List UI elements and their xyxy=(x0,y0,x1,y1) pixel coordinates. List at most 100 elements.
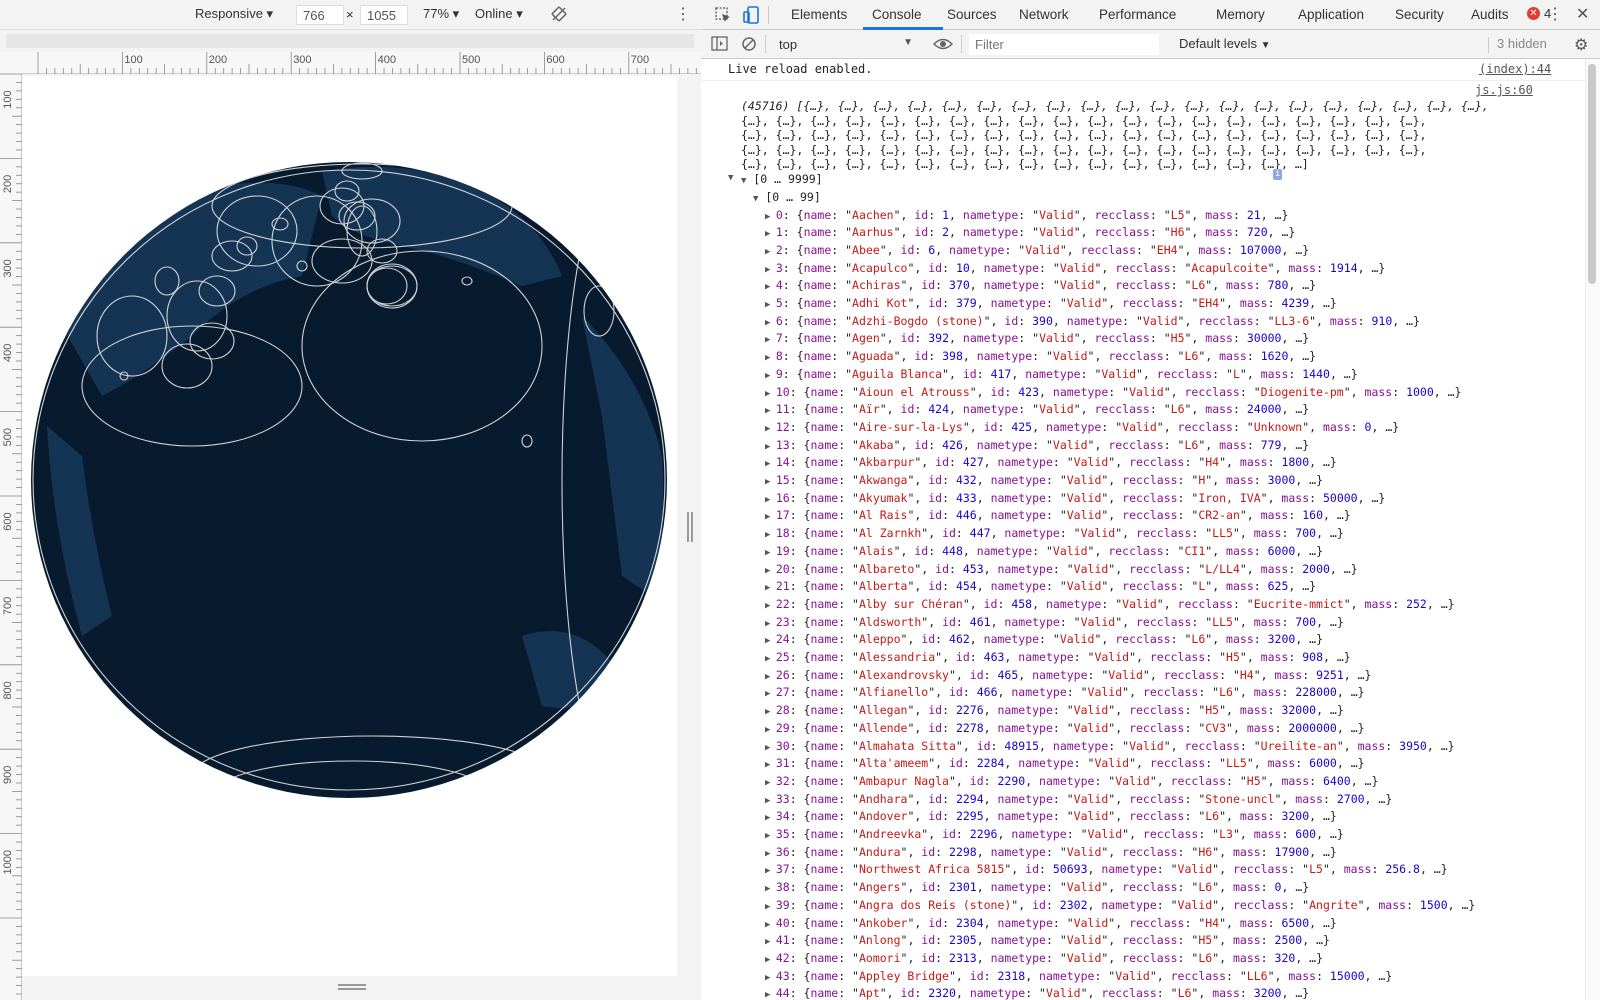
entry-mass: 1620 xyxy=(1260,349,1289,364)
key-id: id xyxy=(921,880,936,895)
key-name: name xyxy=(810,579,839,594)
entry-nametype: Valid xyxy=(1059,278,1095,293)
clear-console-icon[interactable] xyxy=(741,36,757,55)
punct: : " xyxy=(1045,844,1067,859)
more-options-icon[interactable]: ⋮ xyxy=(675,4,691,24)
punct: : xyxy=(914,402,929,417)
key-nametype: nametype xyxy=(1101,897,1157,912)
tab-audits[interactable]: Audits xyxy=(1471,7,1509,22)
entry-id: 458 xyxy=(1011,596,1033,611)
entry-recclass: L6 xyxy=(1184,349,1199,364)
ruler-label: 400 xyxy=(378,54,396,66)
group-0-9999[interactable]: ▼ [0 … 9999] xyxy=(741,171,823,191)
key-mass: mass xyxy=(1212,986,1240,1000)
array-expand-triangle[interactable]: ▼ xyxy=(728,168,733,188)
entry-id: 2278 xyxy=(955,720,984,735)
height-input[interactable]: 1055 xyxy=(360,5,408,25)
punct: ", xyxy=(879,986,901,1000)
console-settings-gear-icon[interactable]: ⚙ xyxy=(1574,35,1588,55)
punct: , …} xyxy=(1281,242,1310,257)
punct: : { xyxy=(789,561,811,576)
throttle-select[interactable]: Online ▾ xyxy=(475,6,523,22)
entry-id: 446 xyxy=(955,508,977,523)
punct: , xyxy=(962,437,977,452)
tab-sources[interactable]: Sources xyxy=(947,7,997,22)
devtools-menu-icon[interactable]: ⋮ xyxy=(1547,4,1563,24)
info-badge-icon[interactable]: i xyxy=(1273,169,1283,180)
punct: ", xyxy=(1156,596,1178,611)
media-query-strip[interactable] xyxy=(6,34,694,48)
punct: ", xyxy=(1108,809,1130,824)
punct: , …} xyxy=(1295,632,1324,647)
close-devtools-icon[interactable]: ✕ xyxy=(1576,4,1589,24)
key-mass: mass xyxy=(1260,650,1289,664)
console-scrollbar-thumb[interactable] xyxy=(1588,64,1596,284)
punct: : xyxy=(1246,349,1261,364)
device-toolbar-icon[interactable] xyxy=(743,5,761,28)
object-entry-row[interactable]: ▶ 44: {name: "Apt", id: 2320, nametype: … xyxy=(765,985,1309,1000)
punct: , …} xyxy=(1357,490,1386,505)
ruler-label: 800 xyxy=(2,681,14,699)
entry-nametype: Valid xyxy=(1066,508,1102,523)
punct: : { xyxy=(789,897,811,912)
punct: ", xyxy=(907,720,929,735)
punct: , …} xyxy=(1295,473,1324,487)
punct: : " xyxy=(1219,667,1240,682)
tab-security[interactable]: Security xyxy=(1395,7,1444,22)
punct: ", xyxy=(969,384,991,399)
key-recclass: recclass xyxy=(1115,632,1171,647)
punct: ", xyxy=(1101,844,1123,859)
key-id: id xyxy=(983,596,998,611)
array-log-source-link[interactable]: js.js:60 xyxy=(1475,82,1533,100)
key-mass: mass xyxy=(1295,791,1323,806)
devtools-tabbar: Elements Console Sources Network Perform… xyxy=(701,0,1600,30)
width-resize-handle[interactable] xyxy=(687,512,693,542)
punct: : xyxy=(1039,862,1053,877)
tab-network[interactable]: Network xyxy=(1019,7,1069,22)
punct: : xyxy=(1246,437,1261,452)
tab-console[interactable]: Console xyxy=(872,7,922,22)
entry-id: 427 xyxy=(962,455,984,470)
punct: : " xyxy=(1052,703,1074,718)
tab-memory[interactable]: Memory xyxy=(1216,7,1265,22)
punct: : " xyxy=(1163,437,1185,452)
entry-nametype: Valid xyxy=(1066,296,1102,310)
rotate-icon[interactable] xyxy=(550,5,568,26)
punct: ", xyxy=(1212,862,1233,877)
punct: : " xyxy=(1108,738,1130,753)
key-recclass: recclass xyxy=(1129,720,1185,735)
tab-application[interactable]: Application xyxy=(1298,7,1364,22)
height-resize-handle[interactable] xyxy=(338,984,366,990)
live-expression-eye-icon[interactable] xyxy=(933,36,953,55)
punct: , …} xyxy=(1295,543,1324,558)
key-mass: mass xyxy=(1232,880,1261,895)
entry-nametype: Valid xyxy=(1087,827,1123,841)
key-id: id xyxy=(928,809,943,824)
punct: , xyxy=(949,331,963,346)
context-select[interactable]: top ▼ xyxy=(775,35,917,54)
entry-index: 6 xyxy=(775,313,783,328)
key-recclass: recclass xyxy=(1094,207,1150,222)
device-mode-select[interactable]: Responsive ▾ xyxy=(195,6,273,22)
sidebar-toggle-icon[interactable] xyxy=(711,36,728,54)
console-filter-input[interactable] xyxy=(969,34,1159,55)
tab-performance[interactable]: Performance xyxy=(1099,7,1176,22)
width-input[interactable]: 766 xyxy=(296,5,344,25)
entry-index: 14 xyxy=(775,455,790,470)
entry-name: Abee xyxy=(852,242,880,257)
tab-elements[interactable]: Elements xyxy=(791,7,847,22)
entry-mass: 6000 xyxy=(1309,756,1337,771)
punct: : " xyxy=(1004,242,1026,257)
inspect-element-icon[interactable] xyxy=(714,6,732,27)
punct: ", xyxy=(1073,225,1095,240)
key-mass: mass xyxy=(1288,260,1317,275)
punct: ", xyxy=(1073,207,1095,222)
live-reload-source-link[interactable]: (index):44 xyxy=(1479,61,1551,79)
punct: : " xyxy=(1052,915,1074,930)
punct: ", xyxy=(879,242,901,257)
log-levels-select[interactable]: Default levels ▼ xyxy=(1179,36,1271,51)
punct: ", xyxy=(1212,880,1233,895)
zoom-select[interactable]: 77% ▾ xyxy=(423,6,459,22)
key-name: name xyxy=(810,455,839,470)
punct: , xyxy=(1004,650,1019,664)
